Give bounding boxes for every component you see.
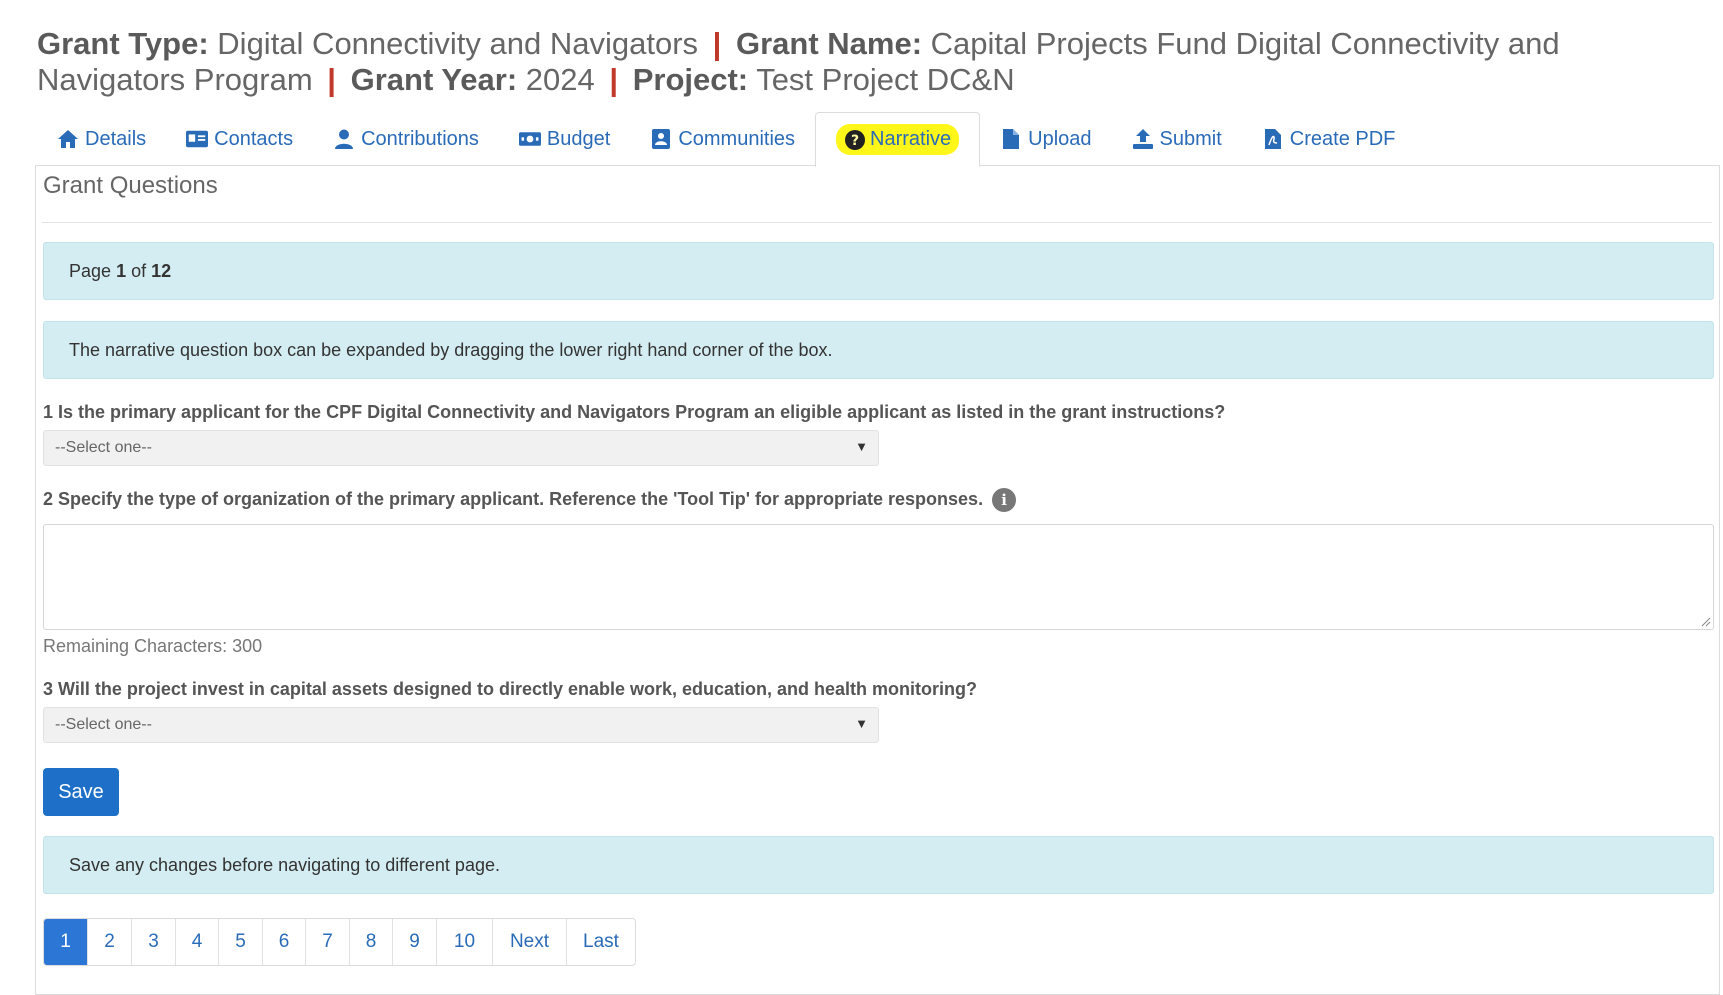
page-link-3[interactable]: 3 — [132, 919, 176, 965]
select-value: --Select one-- — [55, 716, 152, 733]
tab-submit[interactable]: Submit — [1112, 112, 1242, 166]
grant-questions-panel: Grant Questions Page 1 of 12 The narrati… — [35, 165, 1720, 995]
save-notice-alert: Save any changes before navigating to di… — [43, 836, 1714, 894]
grant-type-value: Digital Connectivity and Navigators — [217, 26, 699, 61]
page-info-total: 12 — [151, 260, 172, 281]
caret-down-icon: ▼ — [855, 716, 868, 731]
tab-narrative[interactable]: ? Narrative — [815, 112, 981, 167]
page-link-4[interactable]: 4 — [176, 919, 219, 965]
page-link-10[interactable]: 10 — [437, 919, 493, 965]
grant-name-label: Grant Name: — [735, 26, 923, 61]
tab-upload[interactable]: Upload — [980, 112, 1111, 166]
tab-label: Contributions — [361, 127, 479, 150]
page: Grant Type: Digital Connectivity and Nav… — [0, 0, 1723, 995]
next-page-link[interactable]: Next — [493, 919, 567, 965]
page-link-1[interactable]: 1 — [44, 919, 88, 965]
header-separator: | — [609, 62, 619, 97]
page-info-alert: Page 1 of 12 — [43, 242, 1714, 300]
question-circle-icon: ? — [844, 129, 866, 151]
tab-label: Narrative — [870, 128, 952, 150]
question-1-label: 1 Is the primary applicant for the CPF D… — [43, 402, 1226, 422]
grant-type-label: Grant Type: — [37, 26, 209, 61]
question-2-label: 2 Specify the type of organization of th… — [43, 488, 1017, 512]
header-separator: | — [712, 26, 722, 61]
info-icon[interactable]: i — [992, 488, 1017, 512]
question-2-text: 2 Specify the type of organization of th… — [43, 488, 984, 509]
grant-header: Grant Type: Digital Connectivity and Nav… — [37, 26, 1697, 98]
caret-down-icon: ▼ — [855, 439, 868, 454]
question-3-select[interactable]: --Select one-- ▼ — [43, 707, 879, 743]
tab-label: Submit — [1159, 127, 1222, 150]
select-value: --Select one-- — [55, 439, 152, 456]
divider — [42, 222, 1712, 223]
question-2-textarea[interactable] — [43, 524, 1714, 630]
tab-create-pdf[interactable]: Create PDF — [1242, 112, 1416, 166]
id-card-icon — [186, 128, 209, 150]
page-link-8[interactable]: 8 — [350, 919, 393, 965]
tab-communities[interactable]: Communities — [630, 112, 815, 166]
pagination: 1 2 3 4 5 6 7 8 9 10 Next Last — [43, 918, 636, 966]
address-book-icon — [650, 128, 672, 150]
project-label: Project: — [632, 62, 749, 97]
tab-label: Upload — [1028, 127, 1092, 150]
grant-year-label: Grant Year: — [350, 62, 518, 97]
svg-text:?: ? — [851, 133, 859, 149]
instruction-alert: The narrative question box can be expand… — [43, 321, 1714, 379]
tab-bar: Details Contacts Contributions Budget Co… — [37, 112, 1720, 167]
grant-year-value: 2024 — [525, 62, 595, 97]
page-link-5[interactable]: 5 — [219, 919, 263, 965]
tab-label: Create PDF — [1289, 127, 1396, 150]
tab-budget[interactable]: Budget — [499, 112, 630, 166]
question-1-select[interactable]: --Select one-- ▼ — [43, 430, 879, 466]
upload-icon — [1132, 128, 1154, 150]
page-info-of: of — [131, 260, 147, 281]
tab-label: Contacts — [214, 127, 294, 150]
tab-details[interactable]: Details — [37, 112, 166, 166]
resize-grip-icon[interactable] — [1699, 615, 1711, 627]
tab-contributions[interactable]: Contributions — [313, 112, 499, 166]
user-icon — [333, 128, 355, 150]
page-link-7[interactable]: 7 — [306, 919, 350, 965]
page-link-6[interactable]: 6 — [263, 919, 306, 965]
question-3-label: 3 Will the project invest in capital ass… — [43, 679, 978, 699]
project-value: Test Project DC&N — [756, 62, 1015, 97]
tab-label: Budget — [546, 127, 611, 150]
remaining-characters: Remaining Characters: 300 — [43, 636, 263, 656]
tab-label: Details — [85, 127, 147, 150]
page-link-2[interactable]: 2 — [88, 919, 132, 965]
page-info-prefix: Page — [69, 260, 112, 281]
page-content: Grant Type: Digital Connectivity and Nav… — [0, 6, 1723, 995]
last-page-link[interactable]: Last — [567, 919, 635, 965]
page-link-9[interactable]: 9 — [393, 919, 437, 965]
tab-label: Communities — [678, 127, 796, 150]
page-info-current: 1 — [116, 260, 127, 281]
save-button[interactable]: Save — [43, 768, 119, 816]
money-bill-icon — [518, 128, 541, 150]
save-notice-text: Save any changes before navigating to di… — [69, 854, 500, 875]
instruction-text: The narrative question box can be expand… — [69, 339, 833, 360]
narrative-highlight: ? Narrative — [836, 124, 960, 155]
tab-contacts[interactable]: Contacts — [166, 112, 313, 166]
file-pdf-icon — [1262, 128, 1284, 150]
home-icon — [57, 128, 79, 150]
panel-title: Grant Questions — [43, 172, 218, 199]
file-icon — [1000, 128, 1022, 150]
header-separator: | — [327, 62, 336, 97]
